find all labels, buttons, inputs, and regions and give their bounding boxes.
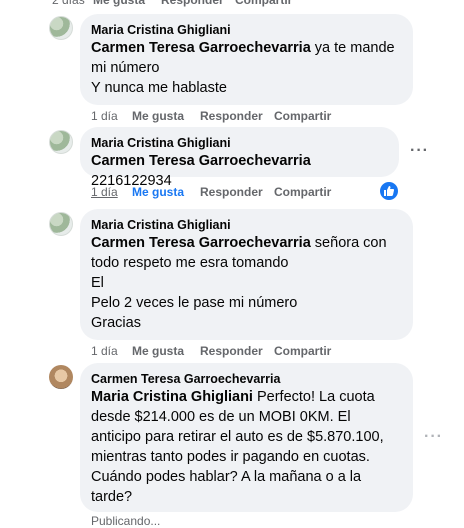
comment-time[interactable]: 1 día [91, 343, 132, 359]
avatar[interactable] [49, 130, 73, 154]
like-button[interactable]: Me gusta [93, 0, 161, 8]
comment-actions: 1 día Me gusta Responder Compartir [91, 184, 331, 200]
comment-actions: 2 días Me gusta Responder Compartir [52, 0, 292, 8]
comment-text: Maria Cristina Ghigliani Perfecto! La cu… [91, 387, 401, 507]
comment-bubble: Maria Cristina Ghigliani Carmen Teresa G… [80, 209, 413, 340]
avatar[interactable] [49, 365, 73, 389]
comment-time[interactable]: 2 días [52, 0, 93, 8]
comment-mention[interactable]: Carmen Teresa Garroechevarria [91, 235, 311, 251]
avatar[interactable] [49, 212, 73, 236]
more-options-icon[interactable]: ··· [410, 142, 429, 160]
like-icon[interactable] [378, 180, 400, 202]
share-button[interactable]: Compartir [274, 108, 331, 124]
comment-author[interactable]: Maria Cristina Ghigliani [91, 22, 401, 38]
like-button[interactable]: Me gusta [132, 108, 200, 124]
share-button[interactable]: Compartir [274, 184, 331, 200]
comment-mention[interactable]: Carmen Teresa Garroechevarria [91, 40, 311, 56]
comment-mention[interactable]: Carmen Teresa Garroechevarria [91, 153, 311, 169]
reply-button[interactable]: Responder [200, 108, 274, 124]
comment-author[interactable]: Maria Cristina Ghigliani [91, 135, 387, 151]
more-options-icon[interactable]: ··· [424, 428, 443, 446]
avatar[interactable] [49, 16, 73, 40]
comment-time[interactable]: 1 día [91, 108, 132, 124]
previous-comment-actions: 2 días Me gusta Responder Compartir [0, 0, 464, 10]
like-button[interactable]: Me gusta [132, 184, 200, 200]
share-button[interactable]: Compartir [235, 0, 292, 8]
reply-button[interactable]: Responder [200, 343, 274, 359]
comment-time[interactable]: 1 día [91, 184, 132, 200]
posting-status: Publicando... [91, 514, 161, 528]
comment-bubble: Maria Cristina Ghigliani Carmen Teresa G… [80, 14, 413, 105]
comment-author[interactable]: Carmen Teresa Garroechevarria [91, 371, 401, 387]
comment-author[interactable]: Maria Cristina Ghigliani [91, 217, 401, 233]
comment-actions: 1 día Me gusta Responder Compartir [91, 108, 331, 124]
comment-body: Perfecto! La cuota desde $214.000 es de … [91, 389, 384, 505]
comment-bubble: Maria Cristina Ghigliani Carmen Teresa G… [80, 127, 399, 189]
share-button[interactable]: Compartir [274, 343, 331, 359]
comment-actions: 1 día Me gusta Responder Compartir [91, 343, 331, 359]
comment-bubble: Carmen Teresa Garroechevarria Maria Cris… [80, 363, 413, 512]
thumbs-up-icon [384, 186, 395, 196]
comment-text: Carmen Teresa Garroechevarria ya te mand… [91, 38, 401, 98]
like-button[interactable]: Me gusta [132, 343, 200, 359]
comment-mention[interactable]: Maria Cristina Ghigliani [91, 389, 253, 405]
reply-button[interactable]: Responder [200, 184, 274, 200]
comment-text: Carmen Teresa Garroechevarria señora con… [91, 233, 401, 333]
reply-button[interactable]: Responder [161, 0, 235, 8]
